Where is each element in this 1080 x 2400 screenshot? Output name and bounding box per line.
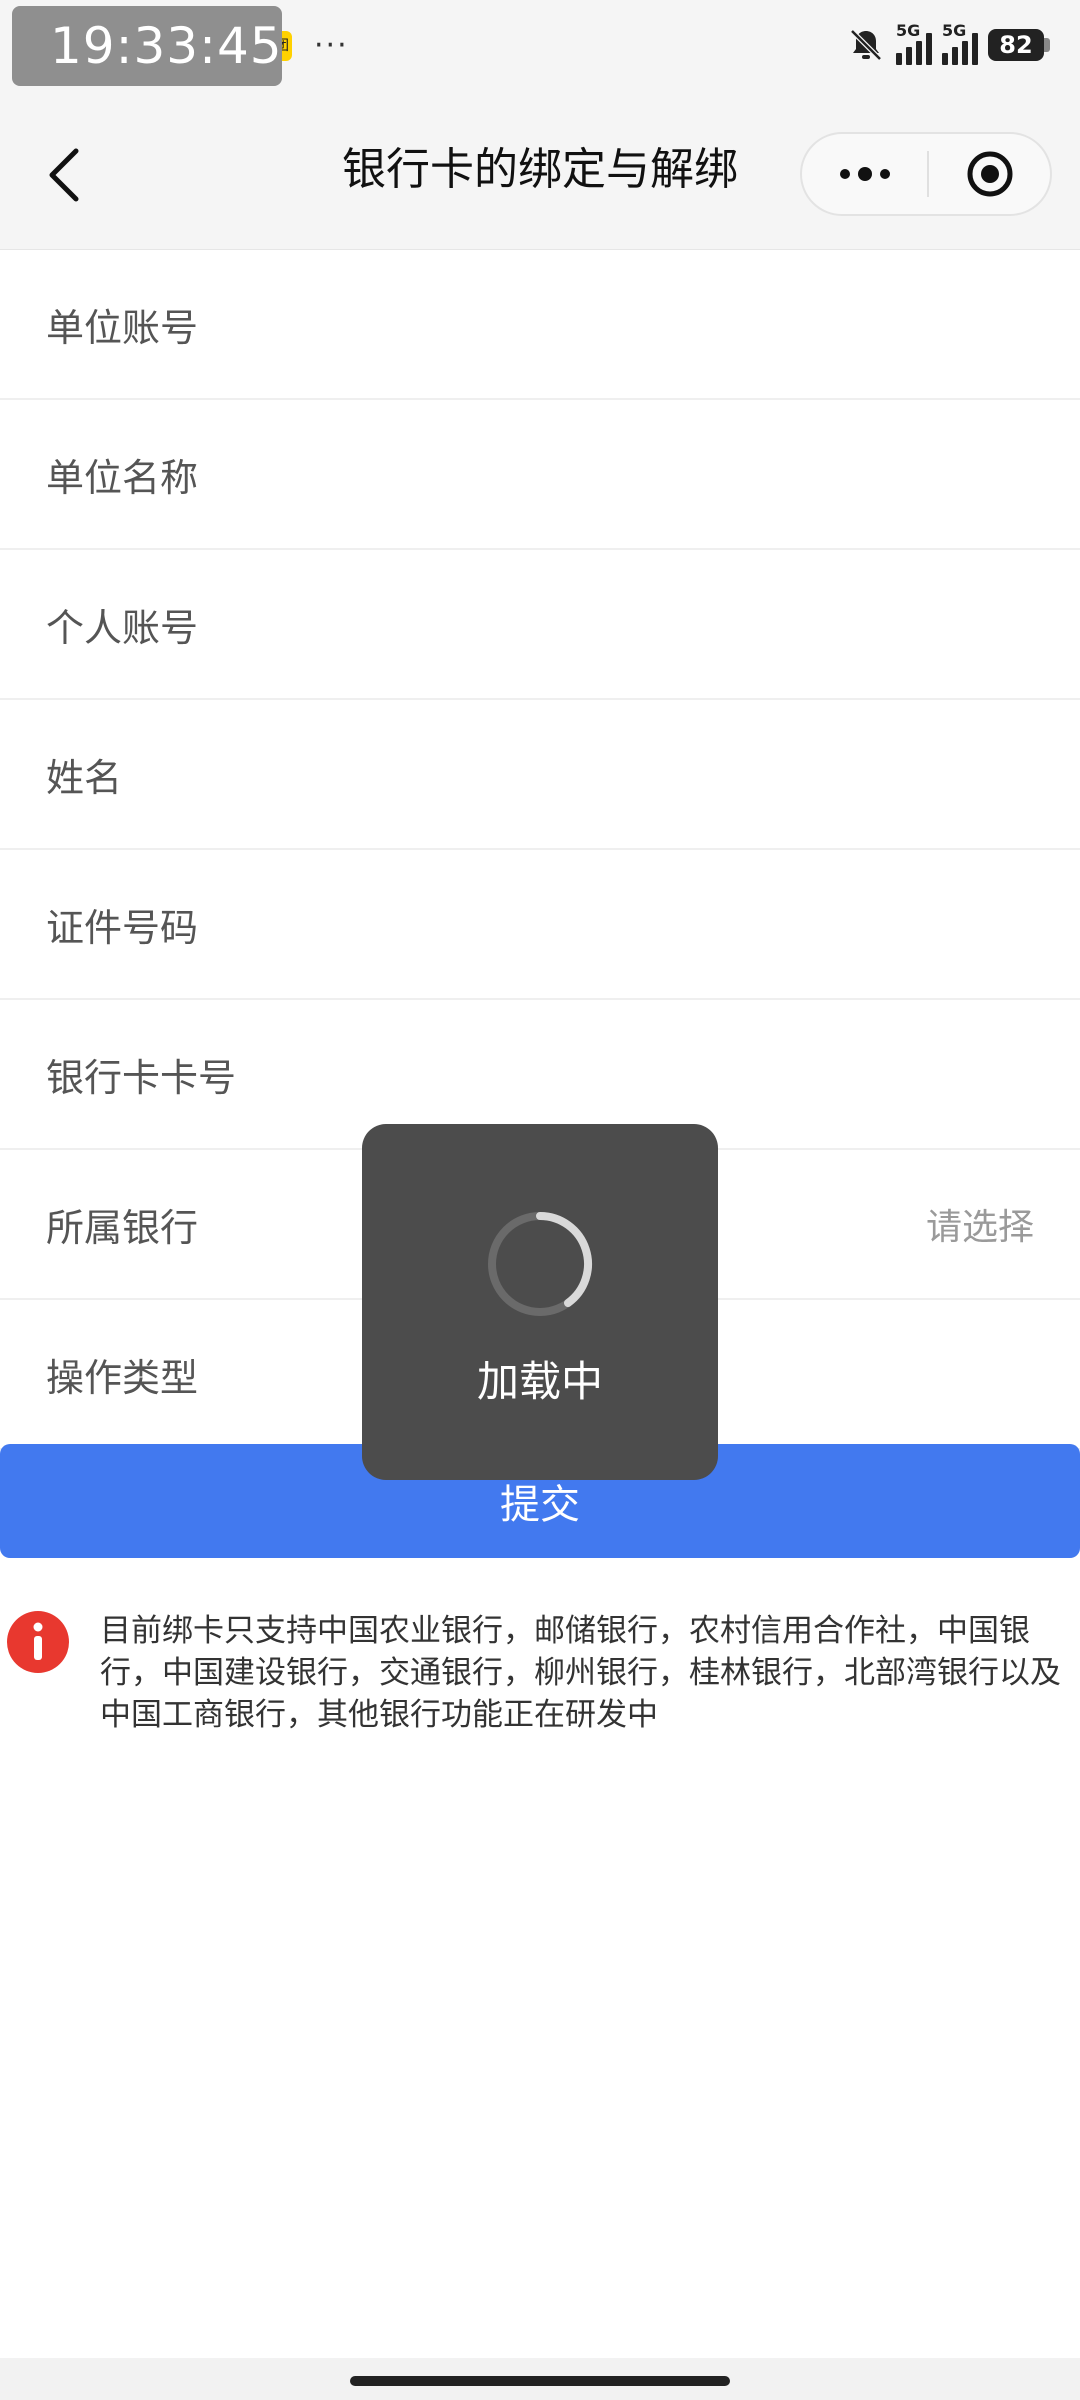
status-time: 19:33:45 [12, 6, 282, 86]
more-notifications-icon: ··· [314, 28, 349, 63]
page: 美团 ··· 19:33:45 5G 5G [0, 0, 1080, 2400]
form-row-name[interactable]: 姓名 [0, 700, 1080, 850]
loading-spinner-icon [488, 1212, 593, 1316]
info-alert-icon [7, 1611, 69, 1673]
form-row-unit-account[interactable]: 单位账号 [0, 250, 1080, 400]
form-label: 所属银行 [46, 1205, 199, 1250]
home-indicator[interactable] [350, 2376, 730, 2386]
loading-toast: 加载中 [362, 1124, 718, 1480]
notice-text: 目前绑卡只支持中国农业银行，邮储银行，农村信用合作社，中国银行，中国建设银行，交… [100, 1613, 1061, 1733]
close-mini-program-button[interactable] [929, 134, 1050, 214]
form-row-unit-name[interactable]: 单位名称 [0, 400, 1080, 550]
signal-strength-icon-2: 5G [942, 21, 978, 65]
more-dots-icon [839, 167, 890, 181]
form-row-personal-account[interactable]: 个人账号 [0, 550, 1080, 700]
form-label: 操作类型 [46, 1355, 199, 1400]
network-type-2: 5G [942, 21, 967, 40]
nav-bar: 银行卡的绑定与解绑 [0, 90, 1080, 250]
form-label: 证件号码 [46, 905, 199, 950]
more-options-button[interactable] [802, 134, 927, 214]
form-label: 个人账号 [46, 605, 199, 650]
form-label: 单位账号 [46, 305, 199, 350]
form-label: 银行卡卡号 [46, 1055, 237, 1100]
form-label: 单位名称 [46, 455, 199, 500]
bank-select-placeholder[interactable]: 请选择 [926, 1198, 1034, 1250]
battery-level: 82 [988, 29, 1044, 61]
form-row-id-number[interactable]: 证件号码 [0, 850, 1080, 1000]
signal-strength-icon: 5G [896, 21, 932, 65]
battery-icon: 82 [988, 29, 1050, 61]
target-close-icon [967, 151, 1012, 197]
mini-program-capsule [800, 132, 1052, 216]
form-label: 姓名 [46, 755, 123, 800]
bell-muted-icon [850, 29, 882, 61]
status-bar: 美团 ··· 19:33:45 5G 5G [0, 0, 1080, 90]
network-type-1: 5G [896, 21, 921, 40]
loading-text: 加载中 [476, 1357, 603, 1406]
status-right-icons: 5G 5G 82 [846, 21, 1050, 68]
